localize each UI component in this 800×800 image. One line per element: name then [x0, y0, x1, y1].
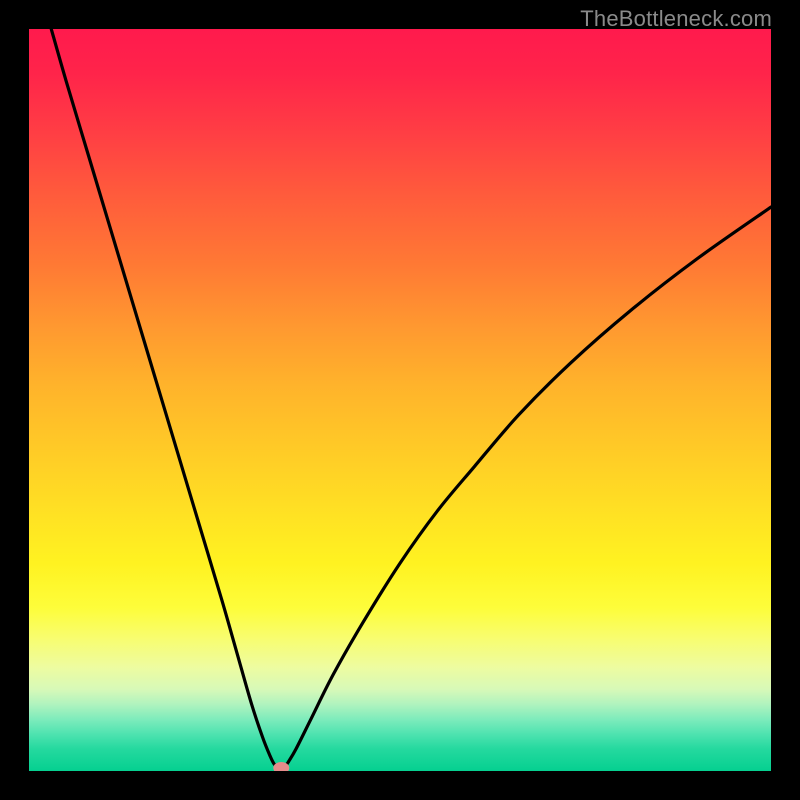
curve-layer: [29, 29, 771, 771]
chart-frame: TheBottleneck.com: [0, 0, 800, 800]
bottleneck-curve-path: [51, 29, 771, 768]
plot-area: [29, 29, 771, 771]
watermark-text: TheBottleneck.com: [580, 6, 772, 32]
